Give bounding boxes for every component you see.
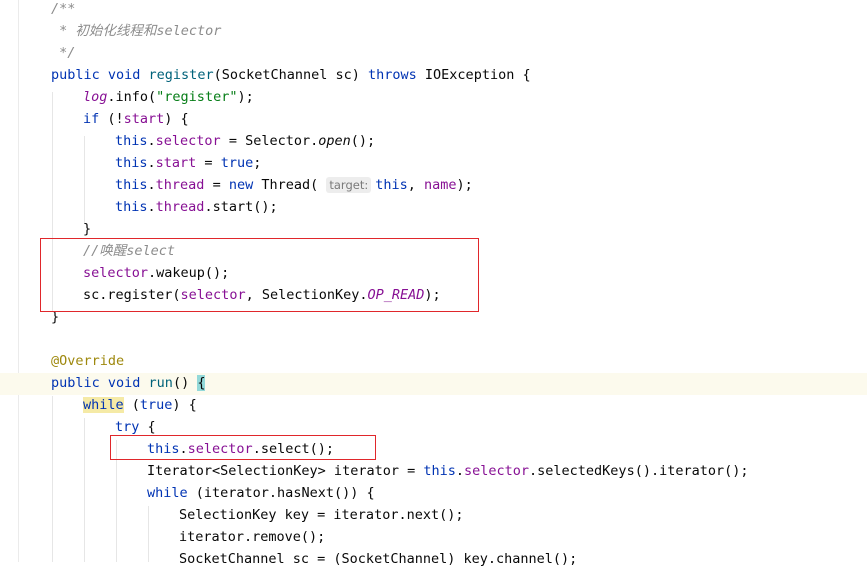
code-token: name <box>424 177 457 193</box>
code-token: @Override <box>51 353 125 369</box>
code-token: { <box>147 419 156 435</box>
code-token: ) { <box>164 111 189 127</box>
parameter-hint: target: <box>326 177 372 193</box>
code-token: iterator.remove(); <box>179 529 326 545</box>
code-line[interactable]: public void register(SocketChannel sc) t… <box>51 64 531 86</box>
code-token: } <box>83 221 92 237</box>
code-token: start <box>123 111 165 127</box>
code-token: selector <box>155 133 221 149</box>
code-token: this <box>375 177 408 193</box>
code-line[interactable]: if (!start) { <box>83 108 189 130</box>
code-token: .selectedKeys().iterator(); <box>529 463 749 479</box>
code-token: while <box>83 397 124 413</box>
code-token: . <box>147 199 156 215</box>
annotation-box-wakeup-block <box>40 238 479 312</box>
code-token: this <box>115 155 148 171</box>
code-line[interactable]: * 初始化线程和selector <box>51 20 221 42</box>
code-line[interactable]: } <box>83 218 91 240</box>
code-token: . <box>147 155 156 171</box>
editor-gutter <box>0 0 19 562</box>
code-token: ) { <box>172 397 197 413</box>
indent-guide <box>84 418 85 562</box>
code-line[interactable]: this.selector = Selector.open(); <box>115 130 375 152</box>
code-token: ( <box>123 397 140 413</box>
code-line[interactable]: /** <box>51 0 75 20</box>
code-token: ; <box>253 155 262 171</box>
code-token: = Selector. <box>220 133 319 149</box>
code-token: public void <box>51 67 149 83</box>
code-token: run <box>148 375 173 391</box>
code-token: () <box>172 375 198 391</box>
code-token: IOException { <box>424 67 531 83</box>
code-token: thread <box>155 199 205 215</box>
code-token: = <box>196 155 221 171</box>
code-token: this <box>423 463 456 479</box>
code-token: ); <box>456 177 473 193</box>
code-line[interactable]: iterator.remove(); <box>179 526 325 548</box>
code-token: log <box>83 89 108 105</box>
code-line[interactable]: Iterator<SelectionKey> iterator = this.s… <box>147 460 748 482</box>
code-token: . <box>147 133 156 149</box>
code-token: Iterator<SelectionKey> iterator = <box>147 463 424 479</box>
code-token: true <box>139 397 173 413</box>
code-token: new <box>228 177 262 193</box>
code-line[interactable]: SelectionKey key = iterator.next(); <box>179 504 463 526</box>
code-token: this <box>115 177 148 193</box>
code-token: "register" <box>156 89 238 105</box>
code-token: . <box>455 463 464 479</box>
code-token: register <box>148 67 214 83</box>
code-token: public void <box>51 375 149 391</box>
code-token: (iterator.hasNext()) { <box>195 485 375 501</box>
code-token: * 初始化线程和selector <box>51 23 222 39</box>
code-token: . <box>147 177 156 193</box>
code-line[interactable]: this.thread.start(); <box>115 196 278 218</box>
indent-guide <box>52 396 53 562</box>
indent-guide <box>148 506 149 562</box>
code-line[interactable]: log.info("register"); <box>83 86 254 108</box>
annotation-box-select-call <box>110 435 376 460</box>
code-token: .start(); <box>204 199 278 215</box>
code-token: SocketChannel sc = (SocketChannel) key.c… <box>179 551 578 567</box>
code-token: (! <box>107 111 124 127</box>
code-token: ); <box>237 89 254 105</box>
code-line[interactable]: */ <box>51 42 75 64</box>
code-token: selector <box>464 463 530 479</box>
code-line[interactable]: while (true) { <box>83 394 197 416</box>
code-token: SelectionKey key = iterator.next(); <box>179 507 464 523</box>
code-token: /** <box>51 1 76 17</box>
code-token: Thread( <box>261 177 327 193</box>
code-token: { <box>197 375 206 391</box>
code-token: */ <box>51 45 76 61</box>
code-line[interactable]: SocketChannel sc = (SocketChannel) key.c… <box>179 548 577 570</box>
code-token: (); <box>350 133 376 149</box>
indent-guide <box>84 136 85 224</box>
code-line[interactable]: this.start = true; <box>115 152 261 174</box>
code-line[interactable]: public void run() { <box>51 372 206 394</box>
code-token: = <box>204 177 229 193</box>
code-token: , <box>407 177 424 193</box>
code-token: this <box>115 133 148 149</box>
code-token: start <box>155 155 197 171</box>
code-line[interactable]: this.thread = new Thread( target: this, n… <box>115 174 473 196</box>
code-line[interactable]: @Override <box>51 350 124 372</box>
code-line[interactable]: while (iterator.hasNext()) { <box>147 482 375 504</box>
code-token: .info( <box>107 89 157 105</box>
code-token: (SocketChannel sc) <box>213 67 369 83</box>
code-token: thread <box>155 177 205 193</box>
code-token: true <box>220 155 254 171</box>
code-token: open <box>318 133 351 149</box>
code-token: if <box>83 111 108 127</box>
code-token: try <box>115 419 148 435</box>
code-token: while <box>147 485 196 501</box>
code-token: this <box>115 199 148 215</box>
code-token: throws <box>368 67 425 83</box>
